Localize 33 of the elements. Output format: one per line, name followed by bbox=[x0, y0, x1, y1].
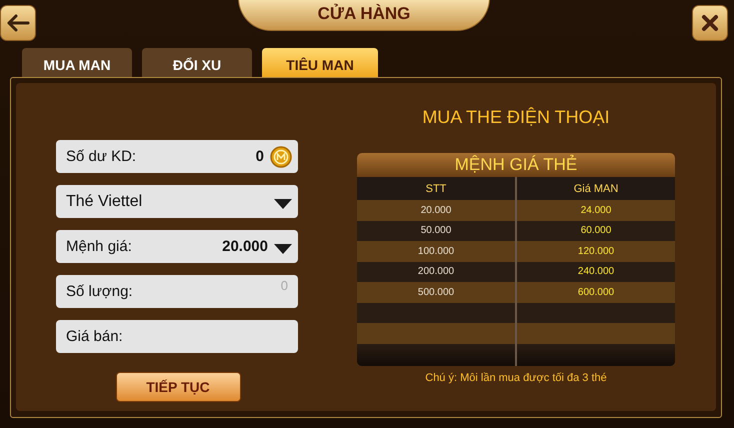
coin-icon bbox=[270, 146, 292, 168]
balance-value: 0 bbox=[256, 148, 264, 165]
close-icon bbox=[701, 14, 719, 32]
field-label: Số lượng: bbox=[66, 283, 133, 300]
table-cell-text: 100.000 bbox=[416, 244, 456, 259]
back-button[interactable] bbox=[0, 5, 36, 41]
close-button[interactable] bbox=[692, 5, 728, 41]
back-arrow-icon bbox=[6, 14, 30, 32]
field-label: Giá bán: bbox=[66, 328, 123, 345]
field-label: Mệnh giá: bbox=[66, 238, 132, 255]
dropdown[interactable]: Thé Viettel bbox=[56, 185, 298, 218]
dropdown-arrow-icon bbox=[274, 198, 292, 208]
tab[interactable]: MUA MAN bbox=[22, 48, 132, 77]
field-label: Số dư KD: bbox=[66, 148, 136, 165]
dropdown-value: 20.000 bbox=[222, 238, 268, 255]
placeholder-text: 0 bbox=[280, 278, 288, 293]
tab[interactable]: ĐỔI XU bbox=[142, 48, 252, 77]
dropdown[interactable]: Mệnh giá: 20.000 bbox=[56, 230, 298, 263]
tab[interactable]: TIÊU MAN bbox=[262, 48, 378, 77]
panel-title: MUA THE ĐIỆN THOẠI bbox=[421, 107, 611, 128]
window-title: CỬA HÀNG bbox=[238, 0, 490, 31]
table-cell-text: 20.000 bbox=[420, 204, 452, 218]
table-cell-text: 50.000 bbox=[420, 224, 452, 238]
note-text: Chú ý: Môi lần mua được tối đa 3 thé bbox=[424, 372, 608, 384]
table-cell-text: 200.000 bbox=[416, 265, 456, 280]
dropdown-value: Thé Viettel bbox=[66, 192, 142, 210]
input-field[interactable]: Giá bán: bbox=[56, 320, 298, 353]
column-header: STT bbox=[424, 182, 448, 196]
dropdown-arrow-icon bbox=[274, 244, 292, 254]
table-title: MỆNH GIÁ THẺ bbox=[357, 153, 675, 177]
table-cell-text: 500.000 bbox=[416, 286, 456, 300]
input-field[interactable]: Số lượng: 0 bbox=[56, 275, 298, 308]
continue-button[interactable]: TIẾP TỤC bbox=[116, 372, 240, 402]
